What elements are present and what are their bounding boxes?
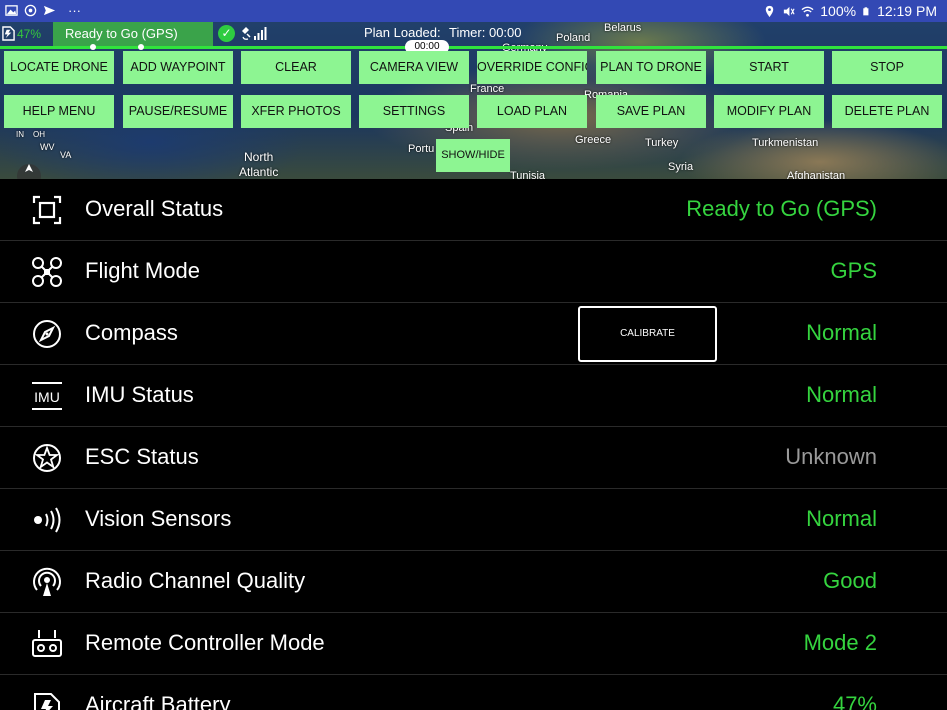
- wifi-icon: [801, 6, 814, 17]
- system-status-bar: ··· 100% 12:19 PM: [0, 0, 947, 22]
- radio-icon: [33, 567, 61, 596]
- start-button[interactable]: START: [714, 51, 824, 84]
- clock: 12:19 PM: [877, 3, 937, 19]
- locate-drone-button[interactable]: LOCATE DRONE: [4, 51, 114, 84]
- status-row-label: Radio Channel Quality: [85, 568, 306, 593]
- help-menu-button[interactable]: HELP MENU: [4, 95, 114, 128]
- camera-view-button[interactable]: CAMERA VIEW: [359, 51, 469, 84]
- location-icon: [766, 5, 774, 17]
- aircraft-battery-indicator: 47%: [2, 26, 41, 41]
- north-arrow-icon[interactable]: [16, 160, 42, 179]
- aircraft-battery-percent: 47%: [17, 26, 42, 41]
- stop-button[interactable]: STOP: [832, 51, 942, 84]
- status-row-vision-sensors[interactable]: Vision Sensors Normal: [0, 489, 947, 551]
- status-row-value: GPS: [830, 258, 877, 283]
- xfer-photos-button[interactable]: XFER PHOTOS: [241, 95, 351, 128]
- battery-icon: [34, 693, 60, 710]
- show-hide-button[interactable]: SHOW/HIDE: [436, 139, 510, 172]
- map-label-greece: Greece: [575, 134, 612, 146]
- status-row-value: Normal: [806, 320, 877, 345]
- status-row-label: IMU Status: [85, 382, 194, 407]
- imu-icon: IMU: [32, 382, 62, 410]
- plan-to-drone-button[interactable]: PLAN TO DRONE: [596, 51, 706, 84]
- status-row-label: Vision Sensors: [85, 506, 232, 531]
- gallery-icon: [5, 5, 18, 16]
- status-row-flight-mode[interactable]: Flight Mode GPS: [0, 241, 947, 303]
- status-row-value: Normal: [806, 506, 877, 531]
- status-row-label: Aircraft Battery: [85, 692, 231, 710]
- progress-marker: [90, 44, 96, 50]
- status-row-label: Remote Controller Mode: [85, 630, 325, 655]
- mute-icon: [784, 6, 795, 16]
- status-row-label: Overall Status: [85, 196, 224, 221]
- map-label-turkey: Turkey: [645, 137, 679, 149]
- status-row-value: Unknown: [785, 444, 877, 469]
- map-label-atlantic: Atlantic: [239, 165, 279, 179]
- status-row-value: 47%: [832, 692, 877, 710]
- map-label-north-atlantic: North: [244, 150, 274, 164]
- map-label-va: VA: [60, 150, 72, 160]
- status-row-compass[interactable]: Compass Normal: [0, 303, 947, 365]
- override-config-button[interactable]: OVERRIDE CONFIG: [477, 51, 587, 84]
- drone-icon: [32, 257, 62, 287]
- overall-status-icon: [32, 195, 62, 225]
- status-row-imu[interactable]: IMU IMU Status Normal: [0, 365, 947, 427]
- add-waypoint-button[interactable]: ADD WAYPOINT: [123, 51, 233, 84]
- status-row-remote-controller[interactable]: Remote Controller Mode Mode 2: [0, 613, 947, 675]
- delete-plan-button[interactable]: DELETE PLAN: [832, 95, 942, 128]
- status-row-label: Compass: [85, 320, 178, 345]
- clear-button[interactable]: CLEAR: [241, 51, 351, 84]
- settings-button[interactable]: SETTINGS: [359, 95, 469, 128]
- plan-loaded-label: Plan Loaded:: [364, 25, 441, 40]
- satellite-signal-icon: [242, 27, 267, 40]
- pause-resume-button[interactable]: PAUSE/RESUME: [123, 95, 233, 128]
- flight-header: 47% Ready to Go (GPS) ✓ Plan Loaded: Tim…: [0, 22, 947, 46]
- status-row-label: ESC Status: [85, 444, 199, 469]
- overall-status-pill[interactable]: Ready to Go (GPS): [53, 22, 213, 46]
- status-row-label: Flight Mode: [85, 258, 200, 283]
- status-row-overall[interactable]: Overall Status Ready to Go (GPS): [0, 179, 947, 241]
- progress-marker: [138, 44, 144, 50]
- status-row-value: Mode 2: [803, 630, 877, 655]
- status-row-esc[interactable]: ESC Status Unknown: [0, 427, 947, 489]
- map-label-wv: WV: [40, 142, 55, 152]
- map-label-tunisia: Tunisia: [510, 170, 546, 179]
- map-label-france: France: [470, 83, 505, 95]
- more-notifications-icon: ···: [68, 3, 81, 18]
- map-label-in: IN: [16, 130, 24, 139]
- map-view[interactable]: Belarus Poland Germany France Romania Sp…: [0, 22, 947, 179]
- load-plan-button[interactable]: LOAD PLAN: [477, 95, 587, 128]
- compass-icon: [33, 320, 61, 348]
- remote-controller-icon: [32, 630, 62, 657]
- check-icon: ✓: [218, 25, 235, 42]
- aircraft-battery-icon: [2, 26, 15, 41]
- map-label-portugal: Portu: [408, 143, 435, 155]
- esc-icon: [33, 444, 61, 472]
- status-row-value: Good: [823, 568, 877, 593]
- device-battery-icon: [863, 6, 869, 15]
- map-label-afghanistan: Afghanistan: [787, 170, 846, 179]
- save-plan-button[interactable]: SAVE PLAN: [596, 95, 706, 128]
- map-label-syria: Syria: [668, 161, 694, 173]
- status-row-value: Normal: [806, 382, 877, 407]
- svg-text:IMU: IMU: [34, 389, 60, 405]
- status-row-value: Ready to Go (GPS): [686, 196, 877, 221]
- map-label-oh: OH: [33, 130, 45, 139]
- vision-sensor-icon: [34, 507, 61, 533]
- send-icon: [43, 5, 56, 16]
- calibrate-button[interactable]: CALIBRATE: [578, 306, 717, 362]
- map-label-turkmenistan: Turkmenistan: [752, 137, 819, 149]
- battery-percent: 100%: [820, 3, 857, 19]
- timer-label: Timer: 00:00: [449, 25, 522, 40]
- status-row-aircraft-battery[interactable]: Aircraft Battery 47%: [0, 675, 947, 710]
- status-row-radio-channel[interactable]: Radio Channel Quality Good: [0, 551, 947, 613]
- sync-icon: [24, 4, 37, 17]
- modify-plan-button[interactable]: MODIFY PLAN: [714, 95, 824, 128]
